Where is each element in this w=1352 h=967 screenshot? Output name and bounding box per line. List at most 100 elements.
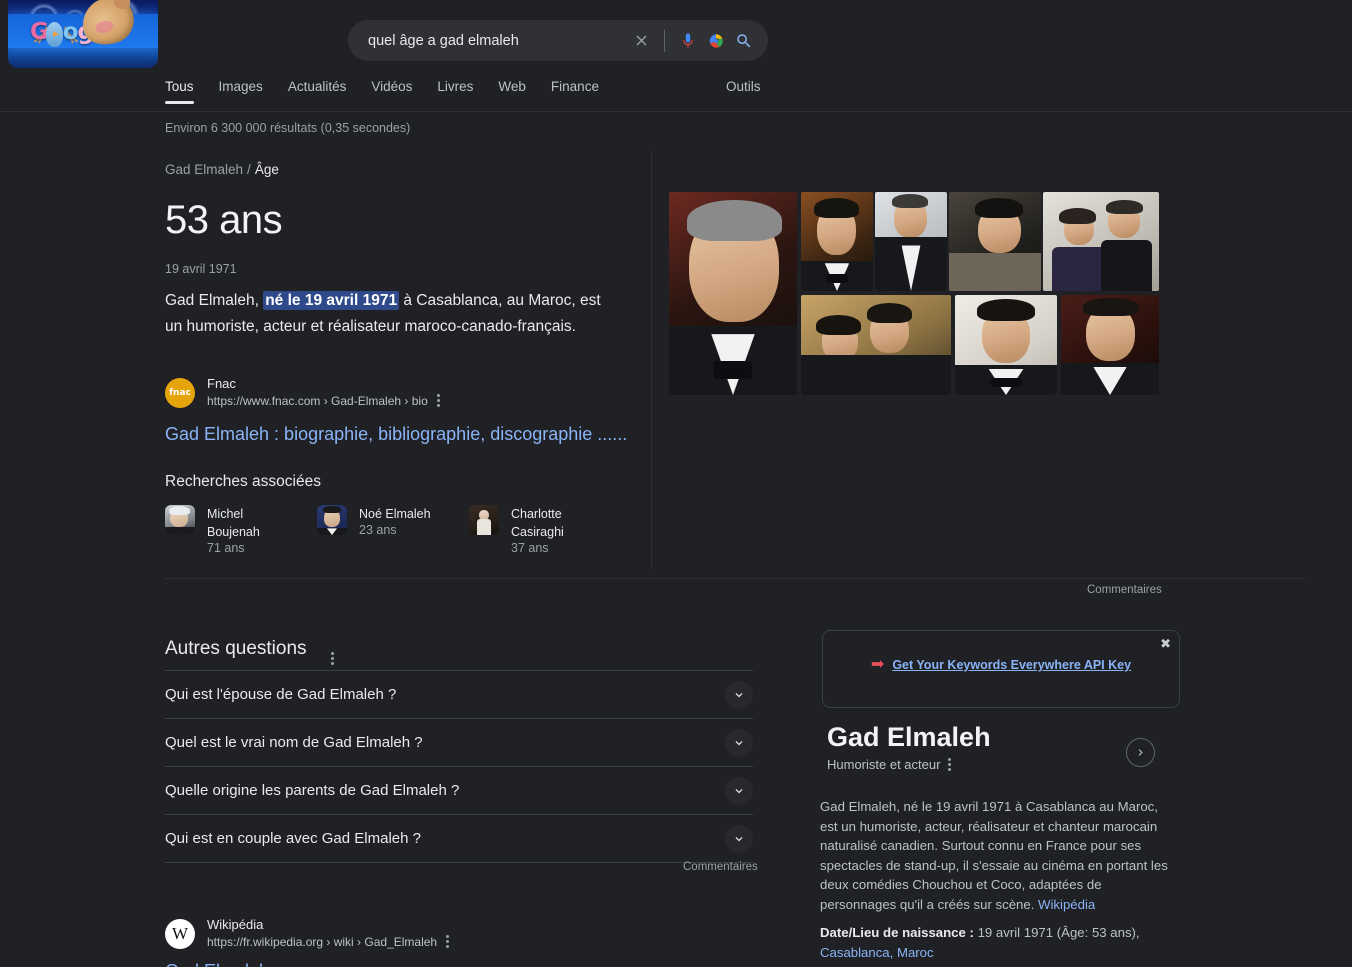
tab-actualites[interactable]: Actualités [288, 79, 361, 104]
paa-question-row[interactable]: Quelle origine les parents de Gad Elmale… [165, 766, 753, 814]
knowledge-panel-subtitle: Humoriste et acteur [827, 756, 953, 773]
related-searches-title: Recherches associées [165, 473, 321, 490]
paa-question-row[interactable]: Qui est en couple avec Gad Elmaleh ? [165, 814, 753, 862]
google-doodle-logo[interactable]: Google [8, 0, 158, 68]
wikipedia-meta: Wikipédia https://fr.wikipedia.org › wik… [207, 917, 451, 950]
promo-box: ✖ ➡ Get Your Keywords Everywhere API Key [822, 630, 1180, 708]
collage-photo-5[interactable] [1043, 192, 1159, 291]
paa-question-text: Qui est en couple avec Gad Elmaleh ? [165, 830, 421, 847]
promo-row: ➡ Get Your Keywords Everywhere API Key [823, 657, 1179, 673]
close-icon[interactable]: ✖ [1160, 637, 1171, 650]
knowledge-panel-next-button[interactable] [1126, 738, 1155, 767]
google-lens-icon[interactable] [702, 27, 730, 55]
promo-link[interactable]: Get Your Keywords Everywhere API Key [892, 658, 1131, 672]
collage-photo-1[interactable] [669, 192, 797, 395]
knowledge-panel-subtitle-text: Humoriste et acteur [827, 757, 941, 772]
paa-question-row[interactable]: Quel est le vrai nom de Gad Elmaleh ? [165, 718, 753, 766]
wikipedia-source-row[interactable]: W Wikipédia https://fr.wikipedia.org › w… [165, 917, 451, 950]
knowledge-panel-options-kebab-icon[interactable] [946, 756, 953, 773]
knowledge-panel-description-text: Gad Elmaleh, né le 19 avril 1971 à Casab… [820, 799, 1168, 912]
snippet-before: Gad Elmaleh, [165, 292, 264, 309]
answer-source: fnac Fnac https://www.fnac.com › Gad-Elm… [165, 376, 627, 446]
knowledge-panel-fact-label: Date/Lieu de naissance : [820, 925, 974, 940]
collage-photo-6[interactable] [801, 295, 951, 395]
column-divider [651, 150, 652, 570]
related-person-name-line2: Casiraghi [511, 525, 564, 539]
result-stats: Environ 6 300 000 résultats (0,35 second… [165, 121, 411, 135]
bird-icon [46, 22, 63, 47]
source-result-title[interactable]: Gad Elmaleh : biographie, bibliographie,… [165, 422, 627, 446]
voice-search-icon[interactable] [674, 27, 702, 55]
breadcrumb-entity[interactable]: Gad Elmaleh [165, 162, 243, 177]
search-bar[interactable] [348, 20, 768, 61]
related-person-name-line1: Charlotte [511, 507, 562, 521]
chevron-down-icon[interactable] [725, 824, 753, 853]
collage-photo-2[interactable] [801, 192, 873, 291]
related-person-name-line2: Boujenah [207, 525, 260, 539]
tab-finance[interactable]: Finance [551, 79, 613, 104]
snippet-highlight: né le 19 avril 1971 [263, 291, 400, 310]
source-url: https://www.fnac.com › Gad-Elmaleh › bio [207, 393, 428, 408]
arrow-right-icon: ➡ [870, 656, 884, 673]
avatar [165, 505, 195, 535]
related-person-michel-boujenah[interactable]: Michel Boujenah 71 ans [165, 505, 317, 555]
related-person-noe-elmaleh[interactable]: Noé Elmaleh 23 ans [317, 505, 469, 555]
chevron-down-icon[interactable] [725, 776, 753, 805]
dog-ear-icon [113, 0, 131, 10]
answer-breadcrumb: Gad Elmaleh / Âge [165, 162, 279, 177]
knowledge-panel-fact-value: 19 avril 1971 (Âge: 53 ans), [973, 925, 1140, 940]
wikipedia-url-row: https://fr.wikipedia.org › wiki › Gad_El… [207, 933, 451, 950]
related-searches-list: Michel Boujenah 71 ans Noé Elmaleh 23 an… [165, 505, 621, 555]
collage-photo-4[interactable] [949, 192, 1041, 291]
clear-search-button[interactable] [627, 27, 655, 55]
wikipedia-options-kebab-icon[interactable] [444, 933, 451, 950]
knowledge-panel-fact-link[interactable]: Casablanca, Maroc [820, 945, 934, 960]
related-person-text: Noé Elmaleh 23 ans [359, 505, 431, 555]
feedback-link-paa[interactable]: Commentaires [683, 861, 758, 873]
collage-photo-8[interactable] [1061, 295, 1159, 395]
paa-question-row[interactable]: Qui est l'épouse de Gad Elmaleh ? [165, 670, 753, 718]
tab-images[interactable]: Images [219, 79, 277, 104]
image-collage[interactable] [669, 192, 1159, 395]
search-divider [664, 29, 665, 52]
feedback-link-top[interactable]: Commentaires [1087, 584, 1162, 596]
collage-photo-7[interactable] [955, 295, 1057, 395]
search-submit-icon[interactable] [730, 27, 758, 55]
section-divider [165, 578, 1305, 579]
breadcrumb-attribute: Âge [254, 162, 279, 177]
tools-button[interactable]: Outils [726, 79, 761, 94]
paa-question-text: Qui est l'épouse de Gad Elmaleh ? [165, 686, 397, 703]
beak-icon [53, 31, 59, 37]
related-person-name-line1: Michel [207, 507, 244, 521]
search-input[interactable] [348, 20, 627, 61]
source-name: Fnac [207, 376, 236, 391]
collage-photo-3[interactable] [875, 192, 947, 291]
source-row[interactable]: fnac Fnac https://www.fnac.com › Gad-Elm… [165, 376, 627, 409]
paa-question-text: Quel est le vrai nom de Gad Elmaleh ? [165, 734, 423, 751]
source-options-kebab-icon[interactable] [435, 392, 442, 409]
header-divider [0, 111, 1352, 112]
tab-tous[interactable]: Tous [165, 79, 208, 104]
search-tabs: Tous Images Actualités Vidéos Livres Web… [165, 79, 624, 104]
related-person-age: 23 ans [359, 523, 397, 537]
related-person-charlotte-casiraghi[interactable]: Charlotte Casiraghi 37 ans [469, 505, 621, 555]
avatar [469, 505, 499, 535]
wikipedia-result-title[interactable]: Gad Elmaleh [165, 961, 451, 967]
tab-videos[interactable]: Vidéos [371, 79, 426, 104]
wikipedia-name: Wikipédia [207, 917, 264, 932]
tab-web[interactable]: Web [498, 79, 540, 104]
related-person-age: 37 ans [511, 541, 549, 555]
answer-birthdate: 19 avril 1971 [165, 262, 237, 276]
people-also-ask-options-kebab-icon[interactable] [329, 642, 336, 667]
related-person-text: Michel Boujenah 71 ans [207, 505, 260, 555]
knowledge-panel-title: Gad Elmaleh [827, 722, 991, 752]
breadcrumb-separator: / [247, 162, 251, 177]
answer-value: 53 ans [165, 198, 283, 242]
knowledge-panel-description-source[interactable]: Wikipédia [1038, 897, 1095, 912]
chevron-down-icon[interactable] [725, 680, 753, 709]
chevron-down-icon[interactable] [725, 728, 753, 757]
tab-livres[interactable]: Livres [437, 79, 487, 104]
doodle-letter-o2: o [62, 19, 79, 45]
source-meta: Fnac https://www.fnac.com › Gad-Elmaleh … [207, 376, 442, 409]
avatar [317, 505, 347, 535]
